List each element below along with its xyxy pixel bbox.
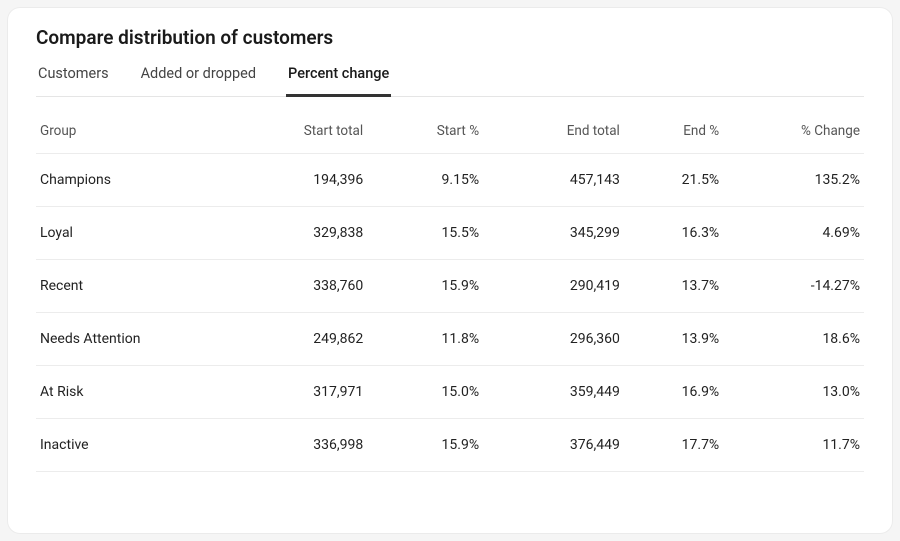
th-start-pct: Start % [367,107,483,154]
cell-end-pct: 13.9% [624,313,723,366]
cell-end-total: 296,360 [483,313,624,366]
cell-end-total: 376,449 [483,419,624,472]
table-row: Recent 338,760 15.9% 290,419 13.7% -14.2… [36,260,864,313]
th-group: Group [36,107,218,154]
table-header-row: Group Start total Start % End total End … [36,107,864,154]
tab-customers[interactable]: Customers [36,57,111,97]
cell-start-total: 317,971 [218,366,367,419]
tab-percent-change[interactable]: Percent change [286,57,391,97]
cell-group: Loyal [36,207,218,260]
cell-start-pct: 15.9% [367,419,483,472]
cell-group: Needs Attention [36,313,218,366]
tabs-bar: Customers Added or dropped Percent chang… [36,57,864,97]
th-start-total: Start total [218,107,367,154]
cell-start-total: 329,838 [218,207,367,260]
page-title: Compare distribution of customers [36,26,864,49]
distribution-table: Group Start total Start % End total End … [36,107,864,472]
cell-end-pct: 13.7% [624,260,723,313]
cell-start-total: 194,396 [218,154,367,207]
cell-end-pct: 16.9% [624,366,723,419]
table-row: Inactive 336,998 15.9% 376,449 17.7% 11.… [36,419,864,472]
cell-start-pct: 15.0% [367,366,483,419]
cell-end-total: 345,299 [483,207,624,260]
table-row: Champions 194,396 9.15% 457,143 21.5% 13… [36,154,864,207]
th-change: % Change [723,107,864,154]
cell-start-pct: 15.5% [367,207,483,260]
table-row: Loyal 329,838 15.5% 345,299 16.3% 4.69% [36,207,864,260]
cell-change: 13.0% [723,366,864,419]
cell-change: 4.69% [723,207,864,260]
cell-group: Champions [36,154,218,207]
cell-start-pct: 9.15% [367,154,483,207]
cell-end-total: 457,143 [483,154,624,207]
cell-change: 18.6% [723,313,864,366]
cell-end-pct: 16.3% [624,207,723,260]
th-end-total: End total [483,107,624,154]
table-row: At Risk 317,971 15.0% 359,449 16.9% 13.0… [36,366,864,419]
cell-start-pct: 11.8% [367,313,483,366]
cell-start-pct: 15.9% [367,260,483,313]
table-row: Needs Attention 249,862 11.8% 296,360 13… [36,313,864,366]
cell-change: -14.27% [723,260,864,313]
cell-start-total: 338,760 [218,260,367,313]
cell-change: 135.2% [723,154,864,207]
cell-change: 11.7% [723,419,864,472]
cell-end-pct: 21.5% [624,154,723,207]
cell-end-total: 290,419 [483,260,624,313]
cell-end-total: 359,449 [483,366,624,419]
cell-group: At Risk [36,366,218,419]
cell-start-total: 249,862 [218,313,367,366]
cell-group: Inactive [36,419,218,472]
cell-group: Recent [36,260,218,313]
cell-end-pct: 17.7% [624,419,723,472]
th-end-pct: End % [624,107,723,154]
distribution-card: Compare distribution of customers Custom… [8,8,892,533]
tab-added-or-dropped[interactable]: Added or dropped [139,57,258,97]
cell-start-total: 336,998 [218,419,367,472]
